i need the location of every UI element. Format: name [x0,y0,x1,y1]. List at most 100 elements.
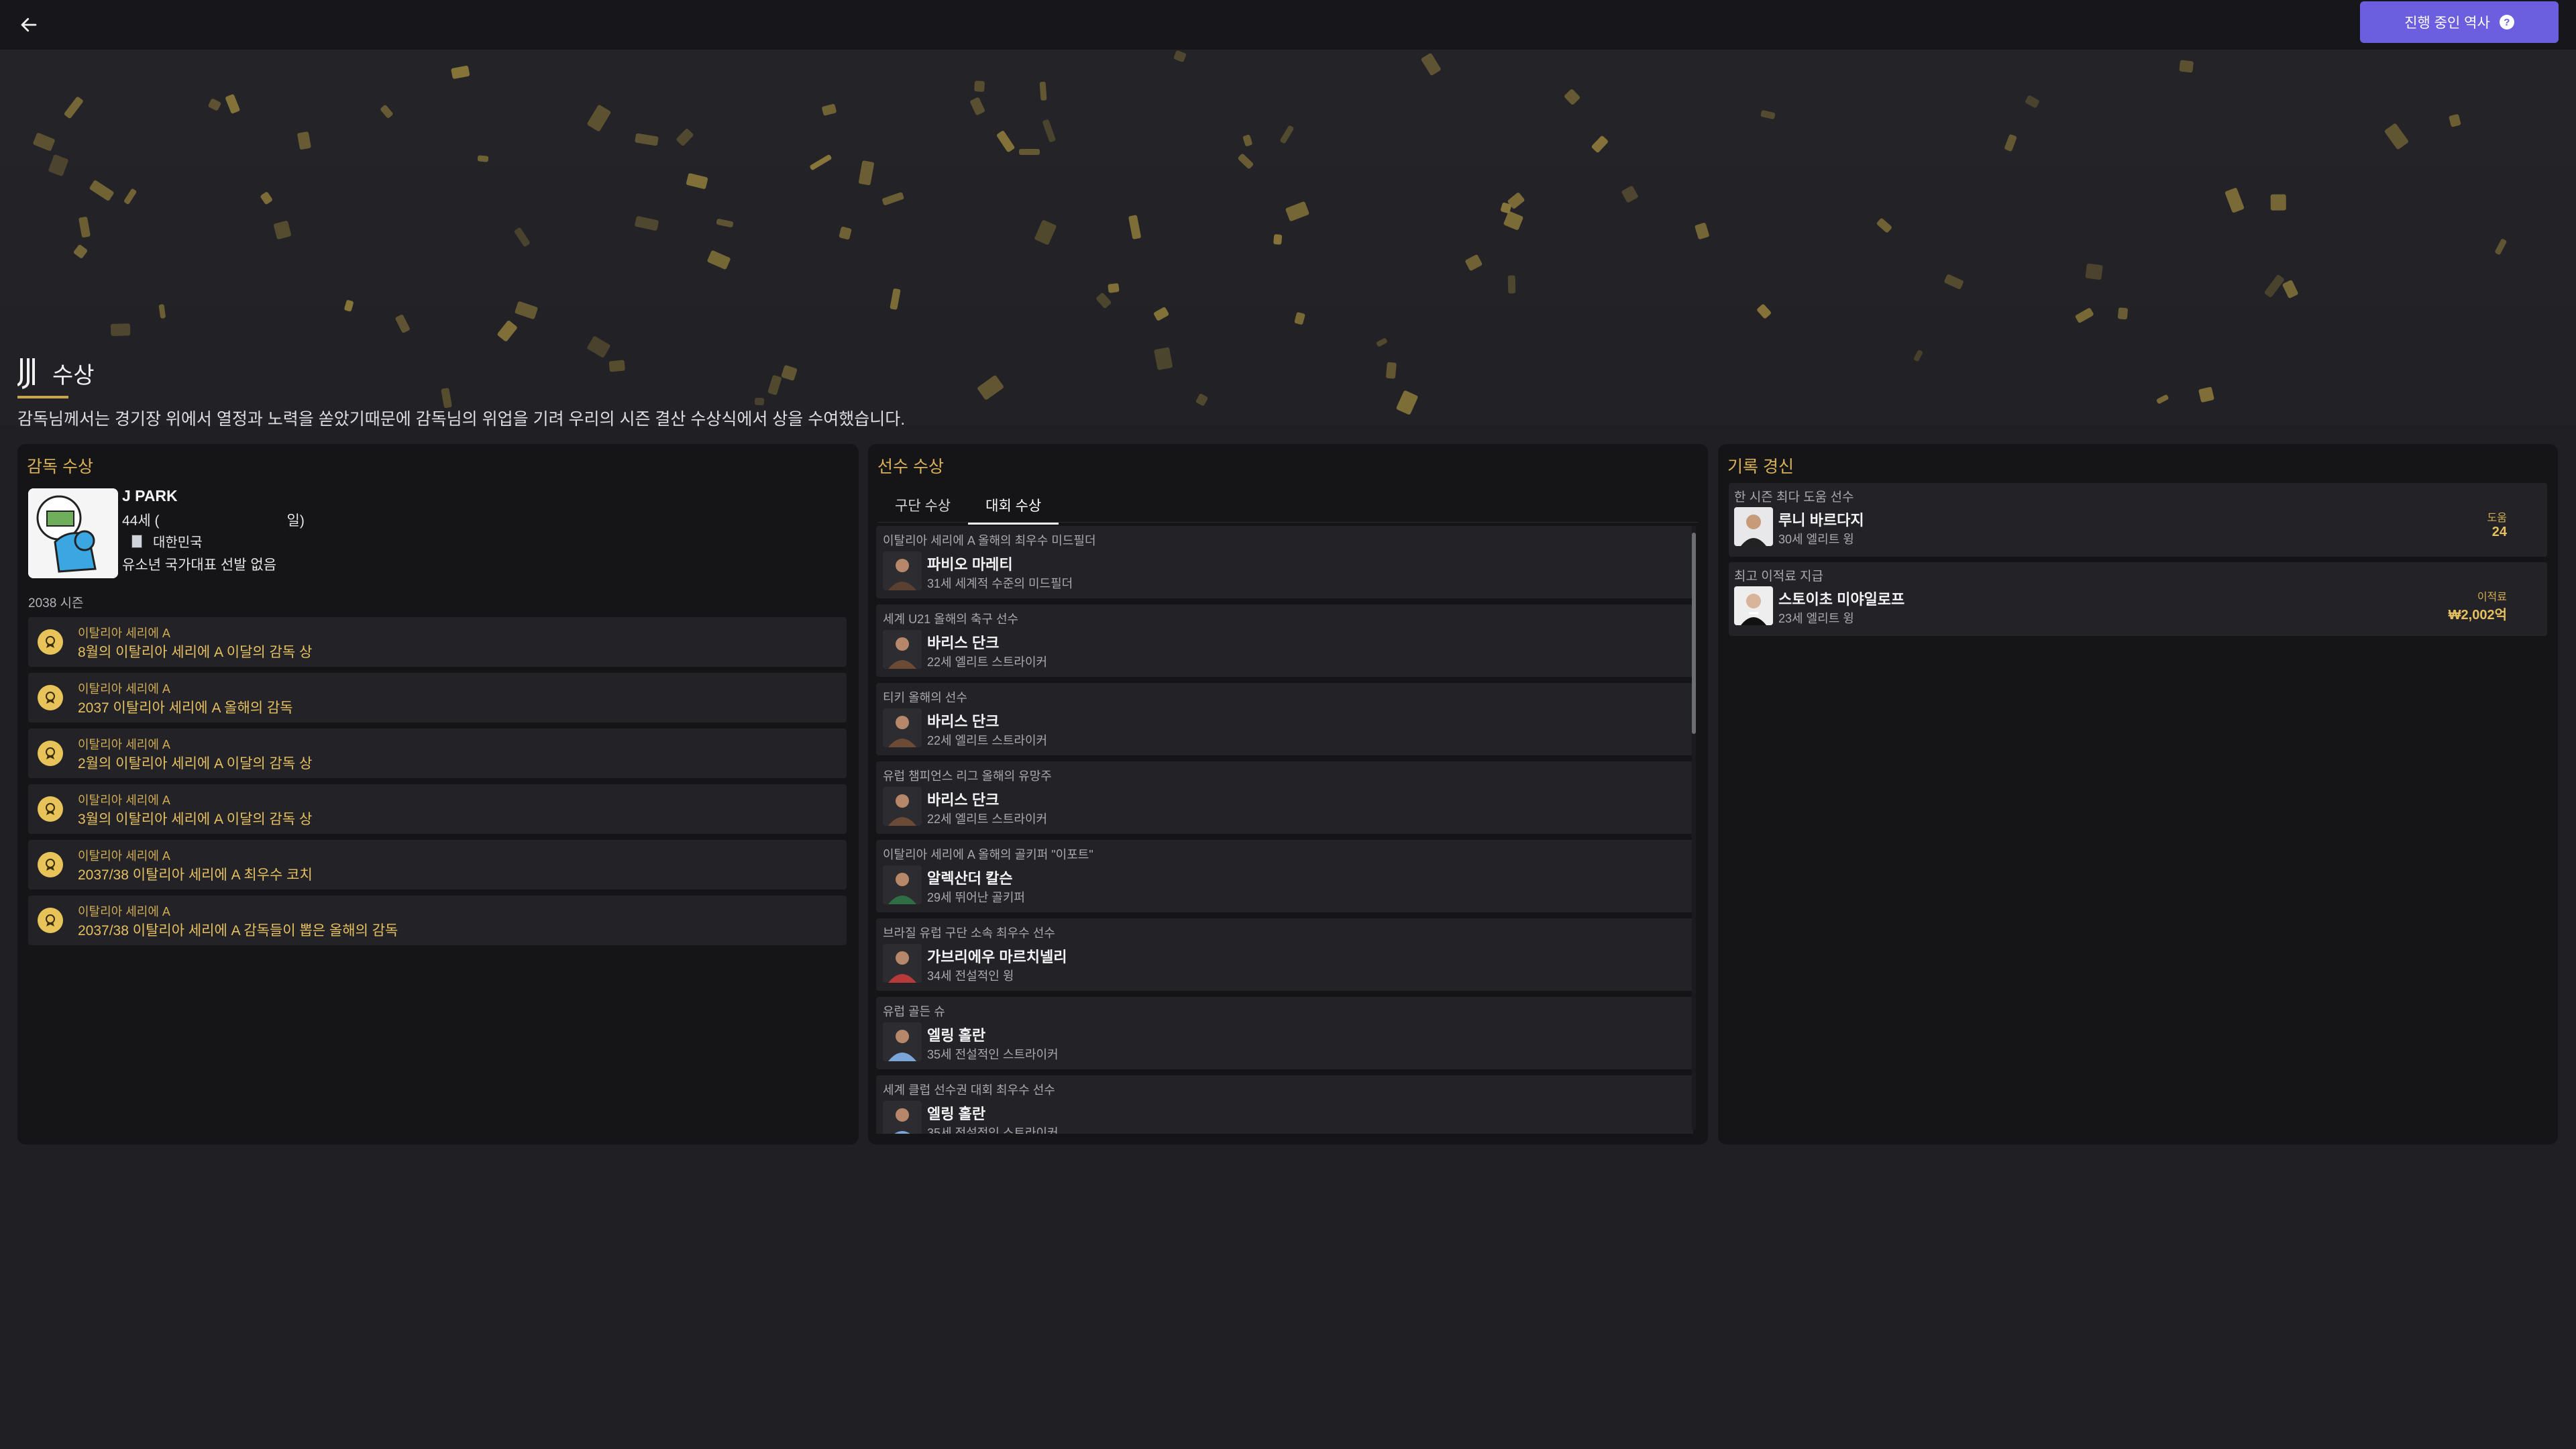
record-card[interactable]: 한 시즌 최다 도움 선수 루니 바르다지 30세 엘리트 윙 도움 24 [1729,483,2547,557]
confetti-piece [754,397,765,406]
confetti-piece [343,299,354,313]
confetti-piece [2074,307,2094,324]
page-title: 수상 [52,362,95,388]
manager-youth-status: 유소년 국가대표 선발 없음 [122,557,277,573]
scrollbar[interactable] [1692,526,1696,1130]
confetti-piece [1242,134,1253,147]
player-award-card[interactable]: 유럽 골든 슈 엘링 홀란 35세 전설적인 스트라이커 [876,997,1693,1069]
player-name: 바리스 단크 [927,792,1000,808]
question-circle-icon: ? [2499,15,2514,30]
confetti-piece [1694,222,1710,240]
confetti-piece [586,104,612,133]
award-row: 이탈리아 세리에 A 2월의 이탈리아 세리에 A 이달의 감독 상 [28,729,847,778]
award-name: 8월의 이탈리아 세리에 A 이달의 감독 상 [78,645,313,660]
manager-birth-suffix: 일) [286,513,305,529]
record-player-name: 루니 바르다지 [1778,512,1864,529]
manager-nation-label: 대한민국 [153,535,203,550]
confetti-piece [1760,109,1776,119]
confetti-piece [273,220,292,240]
player-sub: 31세 세계적 수준의 미드필더 [927,577,1073,590]
player-awards-panel: 선수 수상 구단 수상 대회 수상 이탈리아 세리에 A 올해의 최우수 미드필… [868,444,1708,1144]
player-award-card[interactable]: 세계 클럽 선수권 대회 최우수 선수 엘링 홀란 35세 전설적인 스트라이커 [876,1075,1693,1134]
confetti-piece [89,179,115,202]
confetti-piece [515,301,539,320]
back-button[interactable] [13,9,44,40]
player-award-list[interactable]: 이탈리아 세리에 A 올해의 최우수 미드필더 파비오 마레티 31세 세계적 수준… [876,526,1693,1134]
confetti-piece [706,250,731,271]
confetti-piece [2282,280,2300,299]
confetti-piece [881,191,904,206]
confetti-piece [2179,60,2194,73]
player-award-title: 세계 클럽 선수권 대회 최우수 선수 [883,1083,1055,1097]
player-photo [883,630,922,669]
manager-award-list: 이탈리아 세리에 A 8월의 이탈리아 세리에 A 이달의 감독 상 이탈리아 … [28,617,847,951]
player-award-card[interactable]: 브라질 유럽 구단 소속 최우수 선수 가브리에우 마르치넬리 34세 전설적인 윙 [876,918,1693,991]
confetti-piece [1294,312,1306,325]
confetti-piece [1018,148,1040,155]
confetti-piece [608,360,625,372]
player-award-title: 브라질 유럽 구단 소속 최우수 선수 [883,926,1055,940]
confetti-piece [634,215,659,231]
confetti-piece [73,244,89,260]
confetti-piece [158,303,166,319]
player-award-card[interactable]: 유럽 챔피언스 리그 올해의 유망주 바리스 단크 22세 엘리트 스트라이커 [876,761,1693,834]
flag-icon [131,534,142,548]
award-league: 이탈리아 세리에 A [78,794,170,807]
manager-avatar [28,488,118,578]
award-row: 이탈리아 세리에 A 2037/38 이탈리아 세리에 A 감독들이 뽑은 올해… [28,896,847,945]
tab-club-awards[interactable]: 구단 수상 [877,491,968,522]
club-logo-icon [17,357,40,389]
top-bar: 진행 중인 역사 ? [0,0,2576,50]
player-name: 엘링 홀란 [927,1106,986,1122]
confetti-piece [2383,122,2410,150]
confetti-piece [1237,152,1254,170]
record-card[interactable]: 최고 이적료 지급 스토이초 미야일로프 23세 엘리트 윙 이적료 ₩2,00… [1729,562,2547,636]
player-photo [883,865,922,904]
player-name: 알렉산더 칼슨 [927,870,1013,887]
confetti-piece [1563,88,1581,106]
player-award-card[interactable]: 티키 올해의 선수 바리스 단크 22세 엘리트 스트라이커 [876,683,1693,755]
confetti-piece [78,217,91,238]
confetti-piece [2224,187,2245,214]
confetti-piece [1153,347,1173,370]
confetti-piece [2448,113,2461,127]
player-award-title: 세계 U21 올해의 축구 선수 [883,612,1019,626]
confetti-piece [496,319,518,343]
confetti-piece [1591,135,1609,154]
panel-title: 감독 수상 [27,458,93,476]
confetti-piece [450,65,470,80]
history-button[interactable]: 진행 중인 역사 ? [2360,1,2559,43]
panel-title: 선수 수상 [877,458,944,476]
player-award-card[interactable]: 이탈리아 세리에 A 올해의 골키퍼 "이포트" 알렉산더 칼슨 29세 뛰어난 골… [876,840,1693,912]
confetti-piece [969,97,985,117]
player-award-card[interactable]: 세계 U21 올해의 축구 선수 바리스 단크 22세 엘리트 스트라이커 [876,604,1693,677]
scrollbar-thumb[interactable] [1692,533,1696,734]
record-title: 최고 이적료 지급 [1734,570,1823,584]
confetti-piece [1195,393,1208,407]
award-league: 이탈리아 세리에 A [78,905,170,918]
confetti-piece [2156,394,2169,405]
tab-competition-awards[interactable]: 대회 수상 [968,491,1059,525]
confetti-piece [974,80,985,93]
manager-name: J PARK [122,487,178,504]
confetti-piece [1396,390,1419,416]
record-player-sub: 30세 엘리트 윙 [1778,533,1854,546]
player-award-card[interactable]: 이탈리아 세리에 A 올해의 최우수 미드필더 파비오 마레티 31세 세계적 수준… [876,526,1693,598]
confetti-piece [380,104,394,119]
confetti-piece [2025,95,2040,109]
award-league: 이탈리아 세리에 A [78,849,170,863]
player-award-title: 이탈리아 세리에 A 올해의 최우수 미드필더 [883,534,1096,547]
confetti-piece [2270,194,2287,211]
confetti-piece [1375,337,1388,347]
confetti-piece [1621,185,1640,204]
record-stat-label: 이적료 [2477,592,2507,603]
confetti-piece [1279,125,1295,145]
award-row: 이탈리아 세리에 A 2037/38 이탈리아 세리에 A 최우수 코치 [28,840,847,890]
page-description: 감독님께서는 경기장 위에서 열정과 노력을 쏟았기때문에 감독님의 위업을 기… [17,410,906,429]
medal-icon [38,685,63,710]
confetti-piece [675,127,694,147]
player-photo [883,1022,922,1061]
confetti-piece [809,154,833,170]
confetti-piece [2086,263,2104,280]
player-name: 가브리에우 마르치넬리 [927,949,1067,965]
